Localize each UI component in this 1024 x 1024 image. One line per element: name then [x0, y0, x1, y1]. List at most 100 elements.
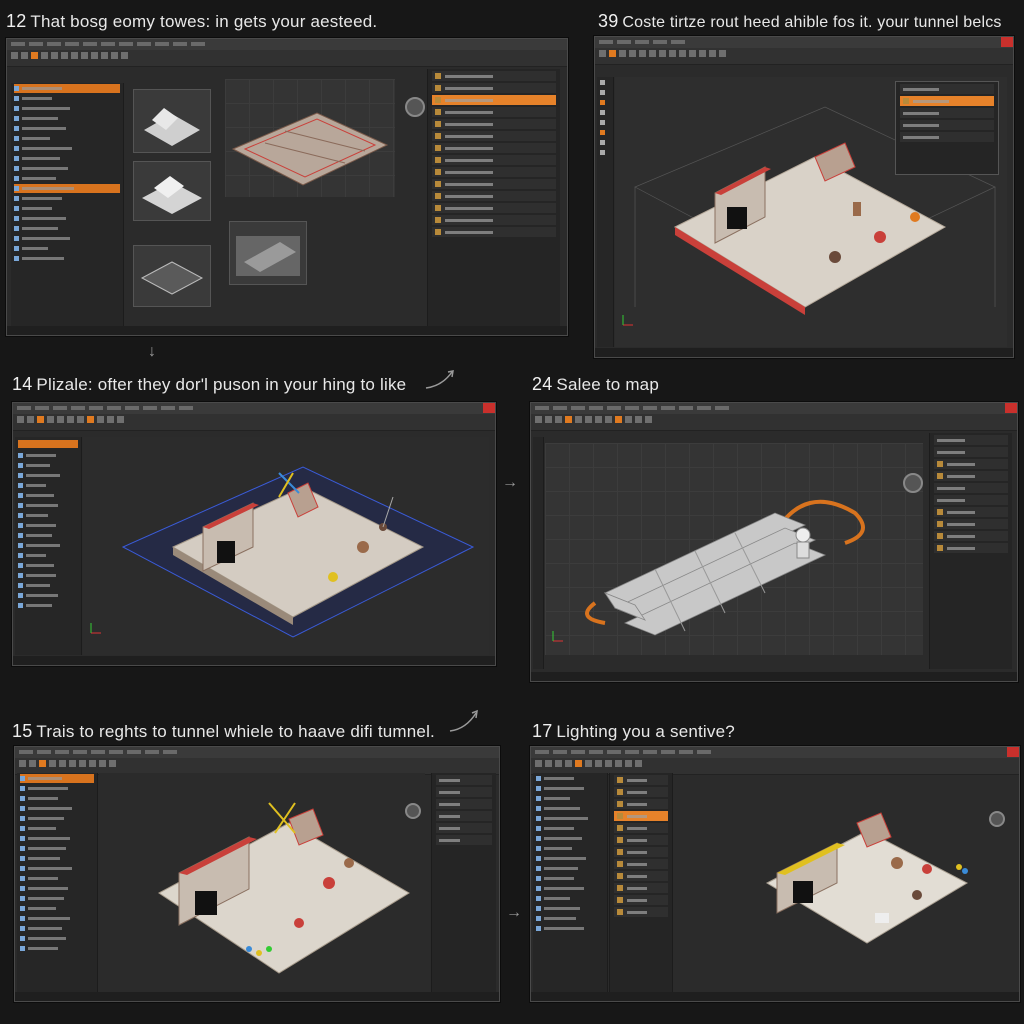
list-item[interactable]	[18, 461, 78, 470]
property-row[interactable]	[432, 143, 556, 153]
list-item[interactable]	[14, 154, 120, 163]
list-item[interactable]	[14, 194, 120, 203]
property-row[interactable]	[436, 823, 492, 833]
scene-outliner[interactable]	[17, 773, 98, 995]
list-item[interactable]	[18, 481, 78, 490]
toolbar[interactable]	[595, 48, 1013, 65]
list-item[interactable]	[536, 864, 604, 873]
list-item[interactable]	[20, 854, 94, 863]
property-row[interactable]	[614, 871, 668, 881]
3d-viewport[interactable]	[545, 443, 923, 655]
property-row[interactable]	[900, 132, 994, 142]
list-item[interactable]	[20, 784, 94, 793]
property-row[interactable]	[934, 483, 1008, 493]
list-item[interactable]	[536, 774, 604, 783]
tool-button[interactable]	[600, 78, 610, 87]
property-row[interactable]	[934, 495, 1008, 505]
property-row[interactable]	[614, 859, 668, 869]
scene-outliner[interactable]	[533, 773, 608, 995]
3d-viewport[interactable]	[99, 773, 425, 995]
list-item[interactable]	[536, 784, 604, 793]
property-row[interactable]	[432, 227, 556, 237]
list-item[interactable]	[14, 204, 120, 213]
properties-panel[interactable]	[427, 69, 560, 329]
list-item[interactable]	[18, 591, 78, 600]
property-row[interactable]	[614, 775, 668, 785]
property-row[interactable]	[934, 471, 1008, 481]
property-row[interactable]	[614, 895, 668, 905]
property-row[interactable]	[614, 835, 668, 845]
property-row[interactable]	[432, 167, 556, 177]
list-item[interactable]	[14, 234, 120, 243]
property-row[interactable]	[934, 447, 1008, 457]
list-item[interactable]	[20, 884, 94, 893]
list-item[interactable]	[14, 174, 120, 183]
view-gizmo-icon[interactable]	[405, 97, 425, 117]
view-gizmo-icon[interactable]	[903, 473, 923, 493]
menu-bar[interactable]	[531, 747, 1019, 758]
3d-viewport[interactable]	[677, 783, 1013, 991]
property-row[interactable]	[900, 84, 994, 94]
list-item[interactable]	[20, 944, 94, 953]
toolbar[interactable]	[7, 50, 567, 67]
property-row[interactable]	[432, 83, 556, 93]
list-item[interactable]	[20, 904, 94, 913]
list-item[interactable]	[18, 581, 78, 590]
list-item[interactable]	[536, 794, 604, 803]
list-item[interactable]	[14, 224, 120, 233]
list-item[interactable]	[18, 571, 78, 580]
toolbar[interactable]	[13, 414, 495, 431]
list-item[interactable]	[20, 844, 94, 853]
list-item[interactable]	[20, 894, 94, 903]
list-item[interactable]	[20, 934, 94, 943]
3d-viewport[interactable]	[83, 437, 489, 655]
property-row[interactable]	[432, 131, 556, 141]
tool-button[interactable]	[600, 138, 610, 147]
list-item[interactable]	[14, 144, 120, 153]
scene-outliner[interactable]	[15, 437, 82, 655]
property-row[interactable]	[614, 799, 668, 809]
view-gizmo-icon[interactable]	[405, 803, 421, 819]
list-item[interactable]	[536, 804, 604, 813]
tool-button[interactable]	[600, 118, 610, 127]
property-row[interactable]	[934, 507, 1008, 517]
preview-viewport[interactable]	[225, 79, 395, 197]
list-item[interactable]	[536, 844, 604, 853]
list-item[interactable]	[18, 551, 78, 560]
list-item[interactable]	[536, 874, 604, 883]
view-gizmo-icon[interactable]	[989, 811, 1005, 827]
list-item[interactable]	[14, 254, 120, 263]
asset-thumbnail[interactable]	[133, 245, 211, 307]
list-item[interactable]	[18, 471, 78, 480]
property-row[interactable]	[934, 519, 1008, 529]
menu-bar[interactable]	[7, 39, 567, 50]
list-item[interactable]	[536, 924, 604, 933]
list-item[interactable]	[20, 794, 94, 803]
property-row[interactable]	[432, 155, 556, 165]
property-row[interactable]	[436, 835, 492, 845]
close-icon[interactable]	[1005, 403, 1017, 413]
list-item[interactable]	[18, 511, 78, 520]
menu-bar[interactable]	[531, 403, 1017, 414]
list-item[interactable]	[20, 924, 94, 933]
list-item[interactable]	[14, 184, 120, 193]
property-row[interactable]	[900, 108, 994, 118]
property-row[interactable]	[900, 96, 994, 106]
properties-panel[interactable]	[929, 433, 1012, 669]
tool-button[interactable]	[600, 108, 610, 117]
list-item[interactable]	[536, 834, 604, 843]
list-item[interactable]	[18, 491, 78, 500]
property-row[interactable]	[436, 811, 492, 821]
list-item[interactable]	[18, 521, 78, 530]
list-item[interactable]	[18, 601, 78, 610]
property-row[interactable]	[934, 435, 1008, 445]
property-row[interactable]	[432, 191, 556, 201]
floating-dialog[interactable]	[895, 81, 999, 175]
tool-button[interactable]	[600, 128, 610, 137]
list-item[interactable]	[14, 214, 120, 223]
list-item[interactable]	[14, 124, 120, 133]
list-item[interactable]	[20, 824, 94, 833]
list-item[interactable]	[18, 561, 78, 570]
properties-panel[interactable]	[431, 773, 496, 995]
list-item[interactable]	[14, 114, 120, 123]
